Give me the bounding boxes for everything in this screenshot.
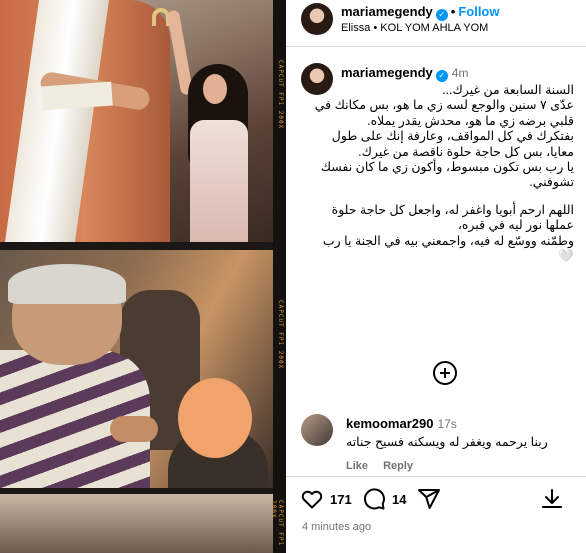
photo-man-hair	[8, 264, 126, 304]
caption-user-row: mariamegendy ✓ 4m	[341, 65, 468, 82]
caption-gap	[308, 191, 574, 203]
like-button[interactable]: 171	[300, 487, 352, 511]
avatar[interactable]	[301, 414, 333, 446]
post-timestamp[interactable]: 4 minutes ago	[302, 521, 371, 533]
caption-line: عدّى ٧ سنين والوجع لسه زي ما هو، بس مكان…	[314, 98, 574, 128]
photo-girl-dress	[190, 120, 248, 242]
comment-item: kemoomar290 17s ربنا يرحمه ويغفر له ويسكن…	[286, 402, 586, 476]
comment-button[interactable]: 14	[362, 487, 406, 511]
separator-dot: •	[450, 4, 456, 19]
caption-line: وطمّنه ووسّع له فيه، واجمعني بيه في الجن…	[322, 233, 574, 264]
avatar[interactable]	[301, 3, 333, 35]
comment-icon	[363, 488, 385, 510]
caption-text: السنة السابعة من غيرك... عدّى ٧ سنين وال…	[308, 83, 574, 264]
film-strip-edge: CAPCUT FP1 200X CAPCUT FP1 200X CAPCUT F…	[270, 0, 286, 553]
caption-line: بفتكرك في كل المواقف، وعارفة إنك على طول…	[331, 129, 574, 159]
film-edge-text: CAPCUT FP1 200X	[277, 300, 284, 370]
verified-badge-icon: ✓	[435, 9, 448, 21]
post-media[interactable]: CAPCUT FP1 200X CAPCUT FP1 200X CAPCUT F…	[0, 0, 286, 553]
download-button[interactable]	[540, 487, 564, 511]
comment-time[interactable]: 17s	[437, 417, 456, 431]
comment-username[interactable]: kemoomar290	[346, 416, 433, 431]
post-actions: 171 14 4 minutes ago	[286, 476, 586, 553]
caption-username[interactable]: mariamegendy	[341, 65, 433, 80]
film-edge-text: CAPCUT FP1 200X	[277, 60, 284, 130]
photo-paper	[41, 81, 113, 111]
heart-icon	[301, 490, 323, 509]
photo-hand	[110, 416, 158, 442]
photo-baby-head	[178, 378, 252, 458]
comment-reply-button[interactable]: Reply	[383, 460, 413, 472]
comment-user-row: kemoomar290 17s	[346, 416, 457, 431]
load-more-comments-icon[interactable]	[433, 361, 457, 385]
comment-count[interactable]: 14	[392, 492, 406, 507]
post-side-panel: mariamegendy ✓ • Follow Elissa • KOL YOM AH…	[286, 0, 586, 553]
caption-line: اللهم ارحم أبويا واغفر له، واجعل كل حاجة…	[331, 202, 574, 233]
verified-badge-icon: ✓	[435, 70, 448, 82]
film-edge-text: CAPCUT FP1 200X	[270, 500, 284, 547]
caption-line: يا رب بس تكون مبسوط، وأكون زي ما كان نفس…	[320, 160, 574, 190]
post-caption: mariamegendy ✓ 4m السنة السابعة من غيرك...…	[286, 47, 586, 402]
follow-button[interactable]: Follow	[458, 4, 499, 19]
comment-actions: Like Reply	[346, 460, 425, 472]
audio-track-link[interactable]: Elissa • KOL YOM AHLA YOM	[341, 22, 488, 34]
photo-girl-face	[203, 74, 227, 104]
like-count[interactable]: 171	[330, 492, 352, 507]
photo-frame-1	[0, 0, 273, 242]
caption-time[interactable]: 4m	[452, 66, 469, 80]
post-header: mariamegendy ✓ • Follow Elissa • KOL YOM AH…	[286, 0, 586, 47]
download-icon	[542, 489, 562, 508]
comment-text: ربنا يرحمه ويغفر له ويسكنه فسيح جناته	[346, 435, 548, 449]
photo-frame-2	[0, 250, 273, 488]
caption-line: السنة السابعة من غيرك...	[442, 83, 574, 97]
header-user-row: mariamegendy ✓ • Follow	[341, 4, 500, 21]
header-username[interactable]: mariamegendy	[341, 4, 433, 19]
share-icon	[418, 489, 440, 509]
share-button[interactable]	[417, 487, 441, 511]
photo-frame-3	[0, 494, 273, 553]
comment-like-button[interactable]: Like	[346, 460, 368, 472]
